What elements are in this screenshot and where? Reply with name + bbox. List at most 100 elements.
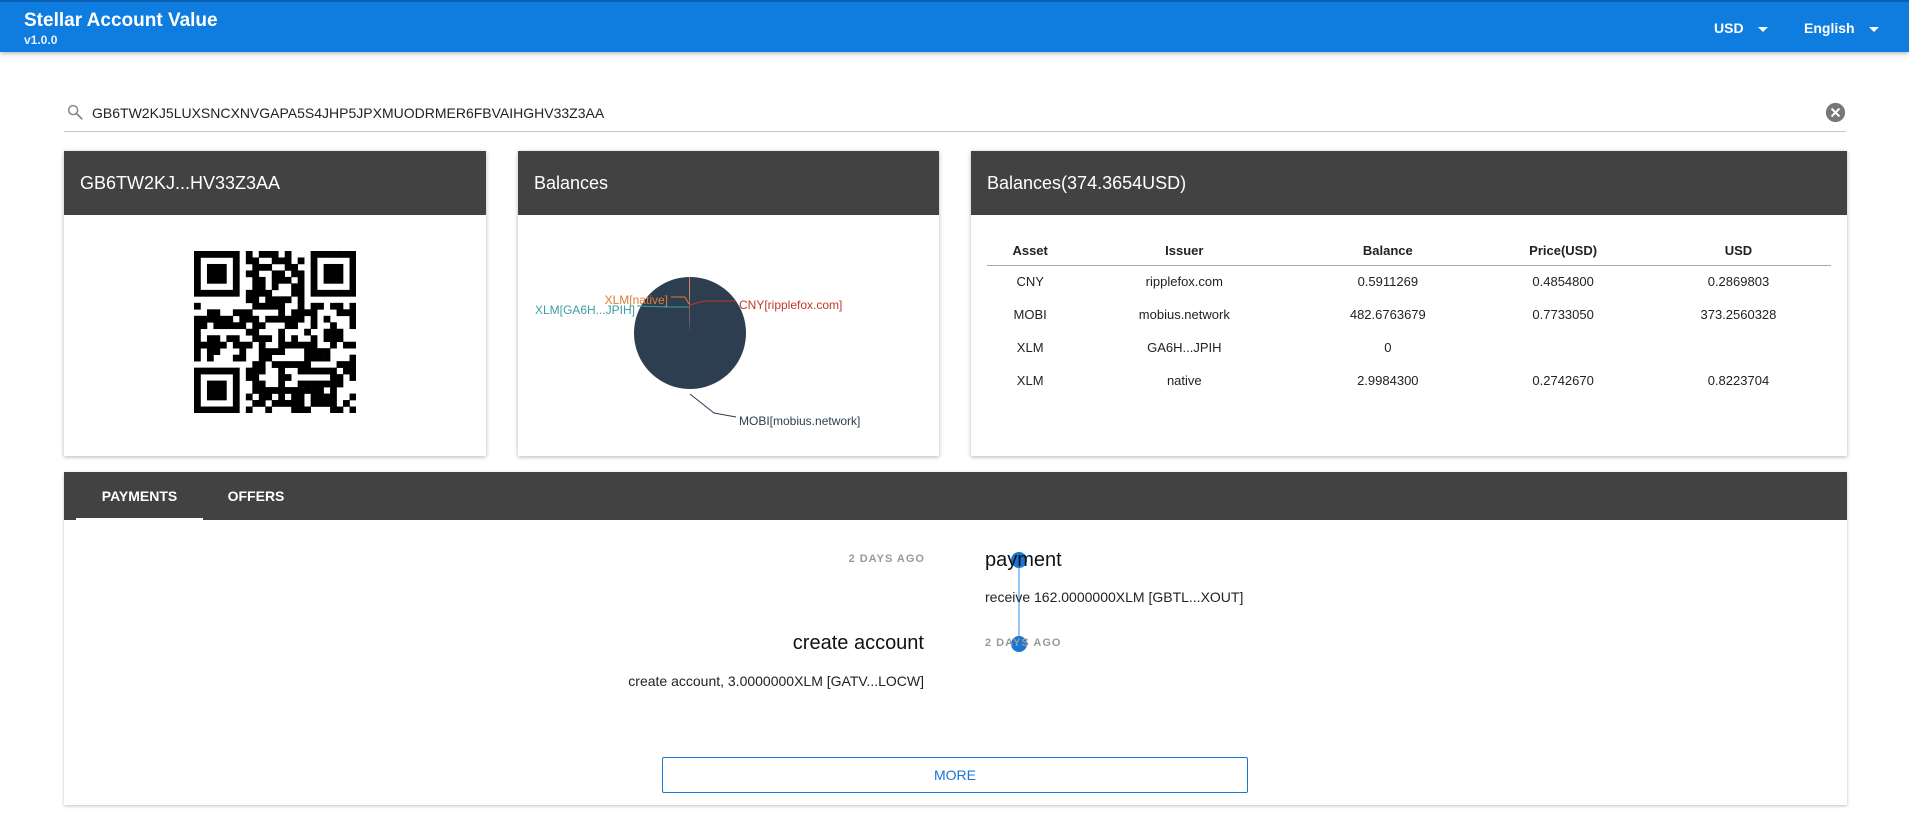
qr-module: [265, 296, 273, 304]
language-select[interactable]: English: [1804, 20, 1879, 36]
chevron-down-icon: [1757, 26, 1768, 32]
qr-module: [271, 296, 279, 304]
qr-module: [252, 322, 260, 330]
timeline-body: receive 162.0000000XLM [GBTL...XOUT]: [985, 589, 1244, 605]
qr-module: [343, 251, 350, 258]
qr-module: [226, 289, 234, 297]
qr-module: [252, 387, 260, 394]
qr-module: [252, 374, 260, 381]
usd-cell: 373.2560328: [1700, 307, 1777, 322]
qr-module: [323, 263, 331, 271]
qr-module: [194, 276, 201, 284]
table-row: XLM GA6H...JPIH 0: [987, 331, 1831, 364]
qr-module: [323, 380, 331, 388]
clear-icon[interactable]: [1825, 102, 1846, 123]
search-input[interactable]: [92, 102, 1792, 124]
chevron-down-icon: [1868, 26, 1879, 32]
more-button[interactable]: MORE: [662, 757, 1248, 793]
qr-module: [271, 361, 279, 368]
qr-module: [258, 302, 266, 310]
qr-module: [252, 283, 260, 291]
qr-module: [219, 276, 227, 284]
balance-cell: 2.9984300: [1357, 373, 1419, 388]
usd-cell: [1646, 331, 1831, 364]
qr-module: [330, 380, 337, 388]
tab-payments[interactable]: PAYMENTS: [76, 472, 203, 520]
qr-module: [245, 315, 253, 323]
qr-module: [271, 387, 279, 394]
qr-module: [194, 380, 201, 388]
qr-module: [245, 328, 253, 336]
qr-module: [278, 387, 286, 394]
qr-module: [245, 296, 253, 304]
qr-module: [239, 315, 247, 323]
qr-module: [317, 393, 324, 401]
qr-module: [252, 315, 260, 323]
qr-module: [232, 322, 240, 330]
qr-module: [252, 289, 260, 297]
timeline-time: 2 DAYS AGO: [985, 637, 1062, 649]
price-cell: 0.7733050: [1532, 307, 1594, 322]
app-version: v1.0.0: [24, 33, 58, 47]
qr-module: [194, 257, 201, 265]
qr-module: [310, 400, 318, 407]
qr-module: [336, 270, 344, 278]
qr-module: [323, 335, 331, 343]
qr-module: [258, 341, 266, 349]
qr-module: [219, 387, 227, 394]
currency-select[interactable]: USD: [1714, 20, 1768, 36]
qr-module: [291, 283, 298, 291]
qr-module: [232, 276, 240, 284]
qr-module: [278, 341, 286, 349]
qr-module: [213, 270, 221, 278]
qr-module: [206, 263, 214, 271]
qr-module: [349, 315, 356, 323]
qr-module: [304, 354, 311, 362]
qr-module: [297, 380, 305, 388]
qr-module: [213, 406, 221, 413]
qr-module: [278, 335, 286, 343]
qr-module: [330, 387, 337, 394]
qr-module: [258, 348, 266, 355]
qr-module: [271, 400, 279, 407]
qr-module: [317, 348, 324, 355]
qr-module: [297, 361, 305, 368]
qr-module: [232, 341, 240, 349]
qr-module: [291, 406, 298, 413]
qr-module: [297, 270, 305, 278]
qr-module: [232, 367, 240, 375]
qr-module: [278, 315, 286, 323]
tab-offers[interactable]: OFFERS: [203, 472, 309, 520]
pie-label: MOBI[mobius.network]: [739, 414, 860, 428]
qr-module: [239, 348, 247, 355]
qr-module: [284, 361, 292, 368]
balance-cell: 0: [1384, 340, 1392, 355]
qr-module: [349, 361, 356, 368]
qr-module: [232, 393, 240, 401]
qr-module: [213, 276, 221, 284]
qr-module: [200, 406, 208, 413]
qr-module: [200, 367, 208, 375]
qr-module: [284, 400, 292, 407]
qr-module: [278, 276, 286, 284]
qr-module: [323, 328, 331, 336]
qr-module: [297, 367, 305, 375]
qr-module: [336, 263, 344, 271]
qr-module: [258, 400, 266, 407]
qr-module: [291, 400, 298, 407]
timeline-time: 2 DAYS AGO: [848, 553, 925, 565]
qr-module: [349, 263, 356, 271]
qr-module: [291, 393, 298, 401]
qr-module: [258, 354, 266, 362]
qr-module: [271, 348, 279, 355]
qr-module: [219, 263, 227, 271]
qr-module: [194, 251, 201, 258]
qr-module: [194, 335, 201, 343]
qr-module: [349, 406, 356, 413]
qr-module: [278, 374, 286, 381]
qr-module: [349, 289, 356, 297]
qr-module: [317, 367, 324, 375]
qr-module: [206, 289, 214, 297]
qr-module: [200, 251, 208, 258]
qr-module: [284, 276, 292, 284]
